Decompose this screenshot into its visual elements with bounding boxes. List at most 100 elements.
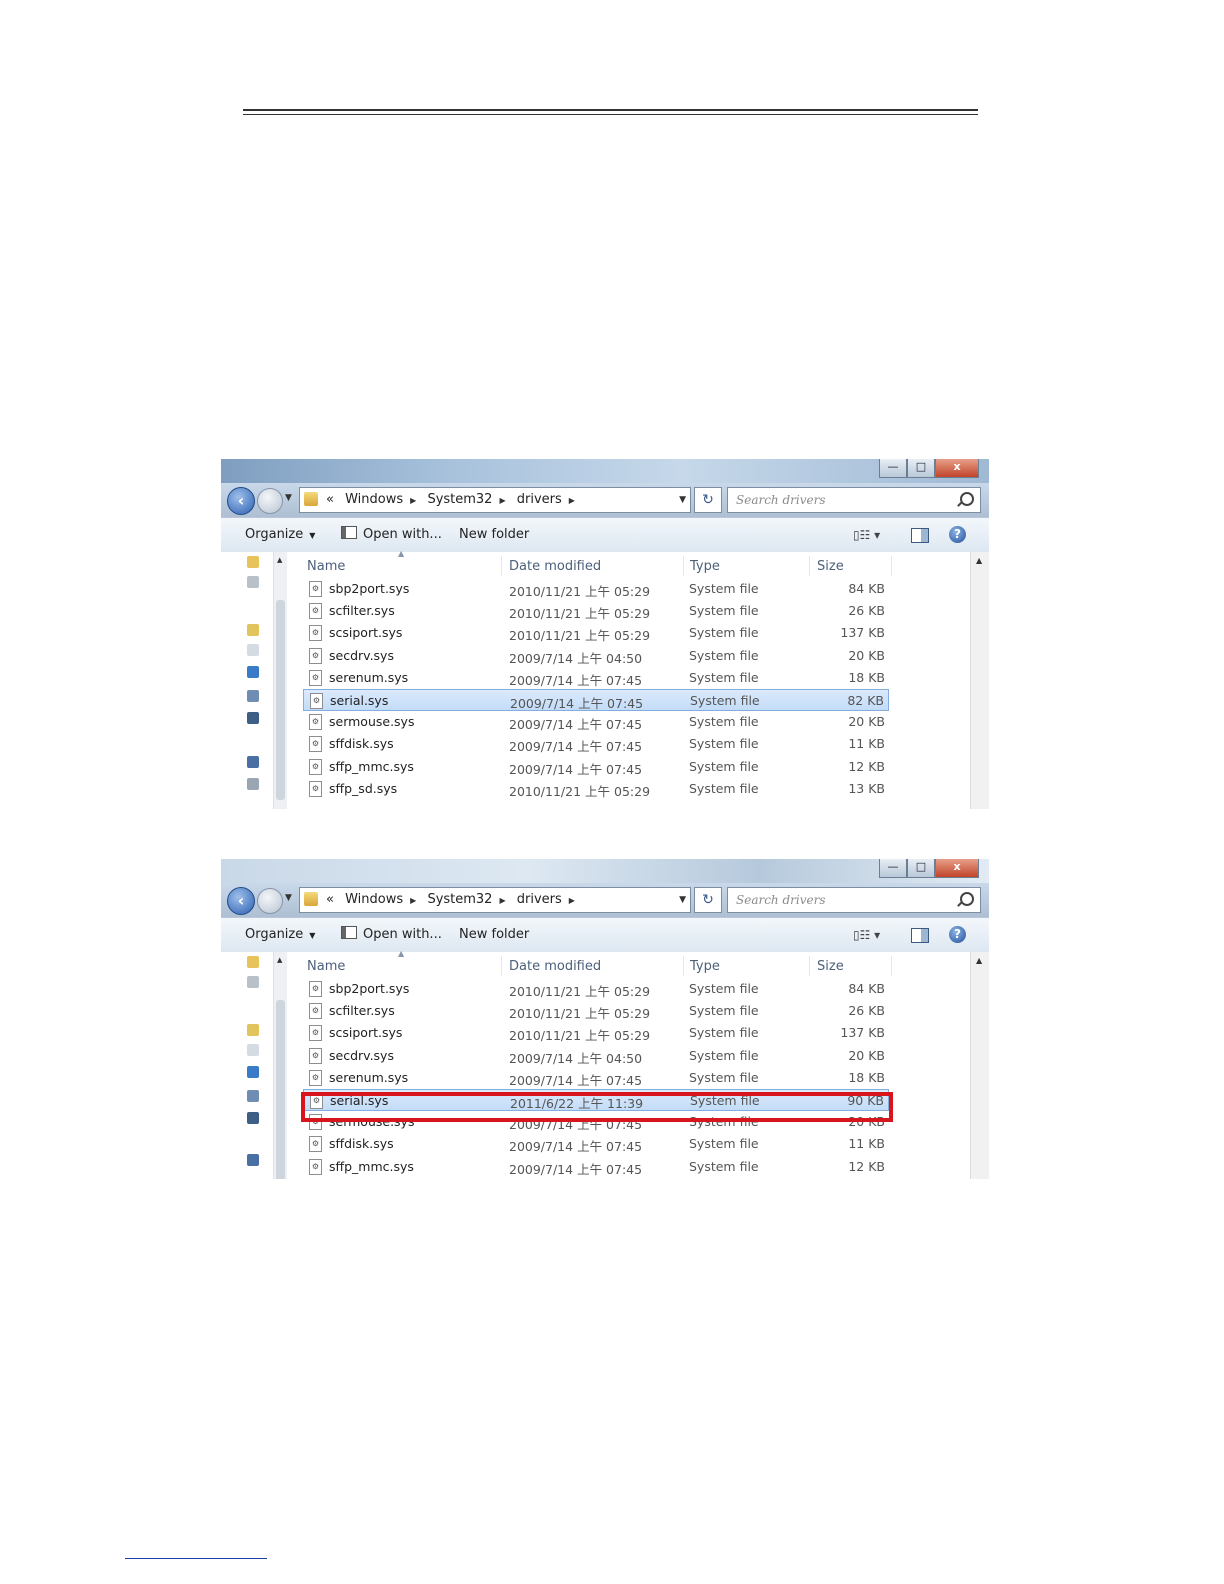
column-divider[interactable] bbox=[683, 956, 684, 976]
file-row[interactable]: ⚙ sermouse.sys 2009/7/14 上午 07:45 System fi… bbox=[303, 711, 889, 733]
file-row[interactable]: ⚙ secdrv.sys 2009/7/14 上午 04:50 System file… bbox=[303, 1045, 889, 1067]
close-button[interactable]: x bbox=[935, 859, 979, 878]
desktop-icon[interactable] bbox=[247, 976, 259, 988]
file-row[interactable]: ⚙ serial.sys 2009/7/14 上午 07:45 System file… bbox=[303, 689, 889, 711]
back-button[interactable]: ‹ bbox=[227, 487, 255, 515]
address-dropdown-icon[interactable]: ▼ bbox=[679, 888, 686, 912]
scroll-up-icon[interactable]: ▲ bbox=[976, 556, 982, 565]
file-row[interactable]: ⚙ scsiport.sys 2010/11/21 上午 05:29 System f… bbox=[303, 622, 889, 644]
favorites-icon[interactable] bbox=[247, 556, 259, 568]
file-list-scrollbar[interactable]: ▲ bbox=[970, 952, 989, 1179]
address-box[interactable]: « Windows ▶ System32 ▶ drivers ▶ ▼ bbox=[299, 887, 691, 913]
refresh-icon[interactable]: ↻ bbox=[694, 487, 722, 513]
column-size[interactable]: Size bbox=[817, 559, 844, 574]
breadcrumb-overflow[interactable]: « bbox=[326, 492, 334, 507]
pictures-icon[interactable] bbox=[247, 690, 259, 702]
column-divider[interactable] bbox=[683, 556, 684, 576]
file-row[interactable]: ⚙ scfilter.sys 2010/11/21 上午 05:29 System f… bbox=[303, 1000, 889, 1022]
file-row[interactable]: ⚙ sbp2port.sys 2010/11/21 上午 05:29 System f… bbox=[303, 578, 889, 600]
computer-icon[interactable] bbox=[247, 756, 259, 768]
column-name[interactable]: Name bbox=[307, 559, 345, 574]
views-button[interactable]: ▯☷ ▾ bbox=[853, 518, 880, 552]
column-divider[interactable] bbox=[809, 556, 810, 576]
file-row[interactable]: ⚙ sffdisk.sys 2009/7/14 上午 07:45 System fil… bbox=[303, 733, 889, 755]
forward-button[interactable] bbox=[257, 888, 283, 914]
file-row[interactable]: ⚙ sbp2port.sys 2010/11/21 上午 05:29 System f… bbox=[303, 978, 889, 1000]
search-box[interactable] bbox=[727, 487, 981, 513]
videos-icon[interactable] bbox=[247, 712, 259, 724]
preview-pane-icon[interactable] bbox=[911, 528, 929, 543]
close-button[interactable]: x bbox=[935, 459, 979, 478]
open-with-button[interactable]: Open with... bbox=[341, 918, 442, 952]
column-date-modified[interactable]: Date modified bbox=[509, 559, 601, 574]
music-icon[interactable] bbox=[247, 1066, 259, 1078]
pictures-icon[interactable] bbox=[247, 1090, 259, 1102]
breadcrumb-arrow-icon[interactable]: ▶ bbox=[410, 496, 416, 505]
file-row[interactable]: ⚙ sffp_sd.sys 2010/11/21 上午 05:29 System fi… bbox=[303, 778, 889, 800]
file-row[interactable]: ⚙ sffp_mmc.sys 2009/7/14 上午 07:45 System fi… bbox=[303, 1156, 889, 1178]
drive-icon[interactable] bbox=[247, 778, 259, 790]
column-divider[interactable] bbox=[501, 556, 502, 576]
column-type[interactable]: Type bbox=[690, 559, 720, 574]
address-box[interactable]: « Windows ▶ System32 ▶ drivers ▶ ▼ bbox=[299, 487, 691, 513]
breadcrumb-overflow[interactable]: « bbox=[326, 892, 334, 907]
maximize-button[interactable]: □ bbox=[907, 459, 935, 478]
refresh-icon[interactable]: ↻ bbox=[694, 887, 722, 913]
help-icon[interactable]: ? bbox=[949, 526, 966, 543]
column-divider[interactable] bbox=[891, 556, 892, 576]
scroll-up-icon[interactable]: ▲ bbox=[277, 956, 282, 964]
breadcrumb-drivers[interactable]: drivers bbox=[517, 892, 562, 907]
file-row[interactable]: ⚙ secdrv.sys 2009/7/14 上午 04:50 System file… bbox=[303, 645, 889, 667]
column-type[interactable]: Type bbox=[690, 959, 720, 974]
music-icon[interactable] bbox=[247, 666, 259, 678]
videos-icon[interactable] bbox=[247, 1112, 259, 1124]
search-box[interactable] bbox=[727, 887, 981, 913]
libraries-icon[interactable] bbox=[247, 624, 259, 636]
breadcrumb-drivers[interactable]: drivers bbox=[517, 492, 562, 507]
file-row[interactable]: ⚙ sffp_mmc.sys 2009/7/14 上午 07:45 System fi… bbox=[303, 756, 889, 778]
open-with-button[interactable]: Open with... bbox=[341, 518, 442, 552]
organize-button[interactable]: Organize ▼ bbox=[245, 518, 315, 553]
libraries-icon[interactable] bbox=[247, 1024, 259, 1036]
breadcrumb-windows[interactable]: Windows bbox=[345, 492, 403, 507]
search-input[interactable] bbox=[736, 888, 946, 912]
column-date-modified[interactable]: Date modified bbox=[509, 959, 601, 974]
column-size[interactable]: Size bbox=[817, 959, 844, 974]
column-divider[interactable] bbox=[891, 956, 892, 976]
column-divider[interactable] bbox=[809, 956, 810, 976]
file-list-scrollbar[interactable]: ▲ bbox=[970, 552, 989, 809]
new-folder-button[interactable]: New folder bbox=[459, 918, 529, 952]
file-row[interactable]: ⚙ sffdisk.sys 2009/7/14 上午 07:45 System fil… bbox=[303, 1133, 889, 1155]
organize-button[interactable]: Organize ▼ bbox=[245, 918, 315, 953]
file-row[interactable]: ⚙ serenum.sys 2009/7/14 上午 07:45 System fil… bbox=[303, 1067, 889, 1089]
navigation-scrollbar[interactable]: ▲ bbox=[273, 952, 288, 1179]
computer-icon[interactable] bbox=[247, 1154, 259, 1166]
search-input[interactable] bbox=[736, 488, 946, 512]
preview-pane-icon[interactable] bbox=[911, 928, 929, 943]
views-button[interactable]: ▯☷ ▾ bbox=[853, 918, 880, 952]
scroll-up-icon[interactable]: ▲ bbox=[976, 956, 982, 965]
breadcrumb-arrow-icon[interactable]: ▶ bbox=[569, 896, 575, 905]
scroll-up-icon[interactable]: ▲ bbox=[277, 556, 282, 564]
forward-button[interactable] bbox=[257, 488, 283, 514]
address-dropdown-icon[interactable]: ▼ bbox=[679, 488, 686, 512]
search-icon[interactable] bbox=[960, 492, 974, 506]
documents-icon[interactable] bbox=[247, 1044, 259, 1056]
recent-pages-dropdown[interactable]: ▼ bbox=[285, 893, 292, 903]
recent-pages-dropdown[interactable]: ▼ bbox=[285, 493, 292, 503]
desktop-icon[interactable] bbox=[247, 576, 259, 588]
breadcrumb-system32[interactable]: System32 bbox=[427, 492, 492, 507]
breadcrumb-arrow-icon[interactable]: ▶ bbox=[499, 496, 505, 505]
breadcrumb-windows[interactable]: Windows bbox=[345, 892, 403, 907]
navigation-scrollbar[interactable]: ▲ bbox=[273, 552, 288, 809]
breadcrumb-arrow-icon[interactable]: ▶ bbox=[499, 896, 505, 905]
help-icon[interactable]: ? bbox=[949, 926, 966, 943]
file-row[interactable]: ⚙ scsiport.sys 2010/11/21 上午 05:29 System f… bbox=[303, 1022, 889, 1044]
back-button[interactable]: ‹ bbox=[227, 887, 255, 915]
minimize-button[interactable]: — bbox=[879, 459, 907, 478]
maximize-button[interactable]: □ bbox=[907, 859, 935, 878]
minimize-button[interactable]: — bbox=[879, 859, 907, 878]
column-name[interactable]: Name bbox=[307, 959, 345, 974]
file-row[interactable]: ⚙ scfilter.sys 2010/11/21 上午 05:29 System f… bbox=[303, 600, 889, 622]
breadcrumb-arrow-icon[interactable]: ▶ bbox=[569, 496, 575, 505]
